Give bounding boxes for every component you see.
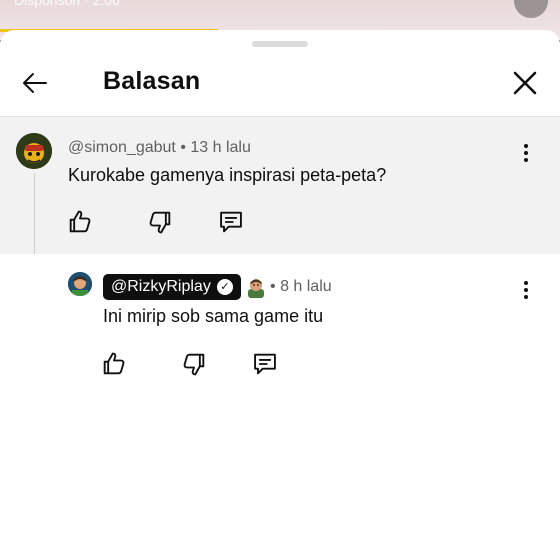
like-icon	[69, 210, 91, 233]
more-options-button[interactable]	[514, 278, 538, 302]
comment-time: 8 h lalu	[280, 278, 332, 295]
dislike-button[interactable]	[146, 208, 174, 236]
reply-button[interactable]	[217, 208, 245, 236]
meta-separator: •	[180, 139, 186, 156]
comment-text: Kurokabe gamenya inspirasi peta-peta?	[68, 165, 387, 185]
reply-icon	[220, 211, 242, 233]
meta-separator: •	[270, 278, 276, 295]
comment-time: 13 h lalu	[190, 139, 251, 156]
drag-handle[interactable]	[252, 41, 308, 47]
comment-author[interactable]: @simon_gabut	[68, 139, 176, 156]
reply-icon	[254, 353, 276, 375]
sheet-header: Balasan	[0, 50, 560, 114]
creator-author-chip[interactable]: @RizkyRiplay ✓	[103, 274, 241, 300]
replies-sheet: Balasan @simon_gabut • 13 h lalu Kurokab…	[0, 30, 560, 560]
like-button[interactable]	[66, 208, 94, 236]
dislike-icon	[183, 353, 205, 376]
more-vert-icon	[524, 281, 528, 299]
like-button[interactable]	[100, 350, 128, 378]
avatar[interactable]	[16, 133, 52, 169]
video-corner-button[interactable]	[514, 0, 548, 18]
back-button[interactable]	[18, 66, 52, 100]
reply-comment: @RizkyRiplay ✓ • 8 h lalu Ini mirip sob …	[0, 254, 560, 414]
reply-button[interactable]	[251, 350, 279, 378]
back-arrow-icon	[23, 73, 47, 93]
close-icon	[513, 71, 537, 95]
dislike-button[interactable]	[180, 350, 208, 378]
avatar-image-icon	[16, 133, 52, 169]
page-title: Balasan	[103, 67, 201, 95]
video-overlay-text: Disponsori · 2:06	[14, 0, 120, 8]
comment-meta: • 8 h lalu	[270, 278, 332, 296]
comment-author: @RizkyRiplay	[111, 278, 211, 295]
member-badge-icon	[246, 276, 266, 298]
like-icon	[103, 352, 125, 375]
dislike-icon	[149, 211, 171, 234]
parent-comment: @simon_gabut • 13 h lalu Kurokabe gameny…	[0, 116, 560, 286]
close-button[interactable]	[508, 66, 542, 100]
avatar-image-icon	[68, 272, 92, 296]
verified-icon: ✓	[216, 279, 233, 295]
comment-meta: @simon_gabut • 13 h lalu	[68, 139, 251, 157]
more-options-button[interactable]	[514, 141, 538, 165]
avatar[interactable]	[68, 272, 92, 296]
comment-text: Ini mirip sob sama game itu	[103, 306, 324, 326]
more-vert-icon	[524, 144, 528, 162]
